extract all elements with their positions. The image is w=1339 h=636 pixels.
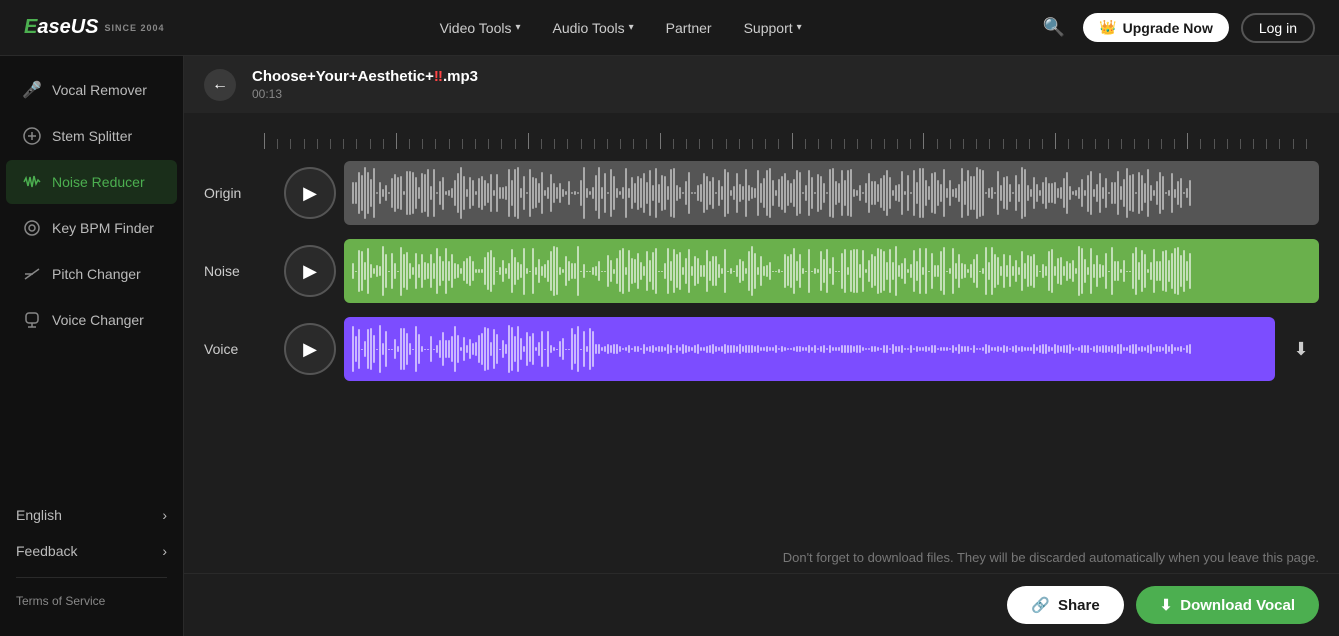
track-voice-play-button[interactable]: ▶	[284, 323, 336, 375]
file-name: Choose+Your+Aesthetic+‼.mp3	[252, 68, 478, 85]
share-button[interactable]: 🔗 Share	[1007, 586, 1123, 624]
track-noise-play-button[interactable]: ▶	[284, 245, 336, 297]
track-voice: Voice ▶ ⬇	[204, 313, 1319, 385]
track-origin: Origin ▶	[204, 157, 1319, 229]
nav-support[interactable]: Support ▾	[732, 14, 814, 42]
sidebar-language[interactable]: English ›	[0, 497, 183, 533]
app-header: EaseUS SINCE 2004 Video Tools ▾ Audio To…	[0, 0, 1339, 56]
track-voice-label: Voice	[204, 341, 284, 357]
pitch-icon	[22, 264, 42, 284]
timeline	[184, 113, 1339, 149]
main-layout: 🎤 Vocal Remover Stem Splitter Noise Redu…	[0, 56, 1339, 636]
timeline-ticks	[264, 129, 1319, 149]
microphone-icon: 🎤	[22, 80, 42, 100]
login-button[interactable]: Log in	[1241, 13, 1315, 43]
notice-text: Don't forget to download files. They wil…	[184, 542, 1339, 573]
waveform-icon	[22, 172, 42, 192]
share-icon: 🔗	[1031, 596, 1050, 614]
upgrade-button[interactable]: 👑 Upgrade Now	[1083, 13, 1229, 42]
chevron-right-icon: ›	[162, 507, 167, 523]
content-area: ← Choose+Your+Aesthetic+‼.mp3 00:13 Orig…	[184, 56, 1339, 636]
since-text: SINCE 2004	[105, 23, 165, 33]
bpm-icon	[22, 218, 42, 238]
stem-icon	[22, 126, 42, 146]
logo-area: EaseUS SINCE 2004	[24, 16, 165, 39]
track-noise: Noise ▶	[204, 235, 1319, 307]
track-origin-play-button[interactable]: ▶	[284, 167, 336, 219]
sidebar: 🎤 Vocal Remover Stem Splitter Noise Redu…	[0, 56, 184, 636]
chevron-down-icon: ▾	[515, 22, 520, 33]
header-actions: 🔍 👑 Upgrade Now Log in	[1037, 11, 1315, 44]
file-info: Choose+Your+Aesthetic+‼.mp3 00:13	[252, 68, 478, 101]
file-header: ← Choose+Your+Aesthetic+‼.mp3 00:13	[184, 56, 1339, 113]
track-noise-label: Noise	[204, 263, 284, 279]
sidebar-item-stem-splitter[interactable]: Stem Splitter	[6, 114, 177, 158]
sidebar-item-vocal-remover[interactable]: 🎤 Vocal Remover	[6, 68, 177, 112]
sidebar-item-key-bpm-finder[interactable]: Key BPM Finder	[6, 206, 177, 250]
sidebar-feedback[interactable]: Feedback ›	[0, 533, 183, 569]
sidebar-item-noise-reducer[interactable]: Noise Reducer	[6, 160, 177, 204]
terms-link[interactable]: Terms of Service	[0, 586, 183, 616]
crown-icon: 👑	[1099, 19, 1116, 36]
chevron-right-icon: ›	[162, 543, 167, 559]
track-noise-waveform	[344, 239, 1319, 303]
track-voice-download-button[interactable]: ⬇	[1283, 331, 1319, 367]
track-origin-waveform	[344, 161, 1319, 225]
search-button[interactable]: 🔍	[1037, 11, 1071, 44]
voice-icon	[22, 310, 42, 330]
sidebar-item-pitch-changer[interactable]: Pitch Changer	[6, 252, 177, 296]
track-origin-label: Origin	[204, 185, 284, 201]
chevron-down-icon: ▾	[797, 22, 802, 33]
chevron-down-icon: ▾	[629, 22, 634, 33]
track-voice-waveform	[344, 317, 1275, 381]
sidebar-item-voice-changer[interactable]: Voice Changer	[6, 298, 177, 342]
main-nav: Video Tools ▾ Audio Tools ▾ Partner Supp…	[205, 14, 1037, 42]
download-icon: ⬇	[1160, 596, 1173, 614]
nav-audio-tools[interactable]: Audio Tools ▾	[541, 14, 646, 42]
sidebar-divider	[16, 577, 167, 578]
nav-video-tools[interactable]: Video Tools ▾	[428, 14, 533, 42]
file-duration: 00:13	[252, 87, 478, 101]
logo: EaseUS SINCE 2004	[24, 16, 165, 39]
back-button[interactable]: ←	[204, 69, 236, 101]
tracks-container: Origin ▶ Noise ▶ Voice ▶	[184, 149, 1339, 542]
nav-partner[interactable]: Partner	[654, 14, 724, 42]
sidebar-bottom: English › Feedback › Terms of Service	[0, 497, 183, 624]
download-vocal-button[interactable]: ⬇ Download Vocal	[1136, 586, 1319, 624]
footer-actions: 🔗 Share ⬇ Download Vocal	[184, 573, 1339, 636]
